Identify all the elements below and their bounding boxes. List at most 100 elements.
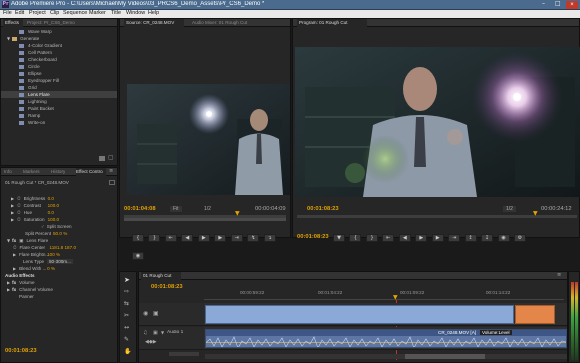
param-brightness[interactable]: ▶ ⏱ Brightness 0.0 bbox=[1, 195, 117, 202]
expand-triangle-icon[interactable]: ▶ bbox=[13, 266, 16, 271]
mark-out-icon[interactable]: } bbox=[365, 234, 378, 242]
expand-triangle-icon[interactable]: ▶ bbox=[11, 196, 14, 201]
param-flare-center[interactable]: ⏱ Flare Center 1181.8 187.0 bbox=[1, 244, 117, 251]
timeline-scrollbar[interactable] bbox=[205, 354, 567, 359]
timeline-ruler[interactable]: 00:00:59:22 00:01:04:22 00:01:09:22 00:0… bbox=[204, 288, 564, 300]
tab-source[interactable]: Source: CR_0248.MOV bbox=[124, 19, 184, 27]
tab-project[interactable]: Project: Pr_CS6_Demo bbox=[27, 19, 75, 27]
program-timecode[interactable]: 00:01:08:23 bbox=[307, 206, 339, 212]
overwrite-icon[interactable]: ↴ bbox=[263, 234, 276, 242]
effect-lightning[interactable]: Lightning bbox=[1, 98, 117, 105]
play-icon[interactable]: ▶ bbox=[197, 234, 210, 242]
param-lens-type[interactable]: Lens Type 50-300m... bbox=[1, 258, 117, 265]
play-icon[interactable]: ▶ bbox=[415, 234, 428, 242]
menu-file[interactable]: File bbox=[3, 10, 12, 16]
param-flare-brightness[interactable]: ▶ Flare Brightn...100 % bbox=[1, 251, 117, 258]
menu-window[interactable]: Window bbox=[126, 10, 145, 16]
effect-grid[interactable]: Grid bbox=[1, 84, 117, 91]
menu-project[interactable]: Project bbox=[29, 10, 46, 16]
step-back-icon[interactable]: ◀ bbox=[181, 234, 194, 242]
keyframe-nav-icon[interactable]: ◀◆▶ bbox=[145, 339, 157, 345]
tab-sequence[interactable]: 01 Rough Cut bbox=[141, 272, 181, 280]
expand-triangle-icon[interactable]: ▶ bbox=[11, 210, 14, 215]
param-blend-with-original[interactable]: ▶ Blend With ...0 % bbox=[1, 265, 117, 272]
razor-tool-icon[interactable]: ✂ bbox=[124, 312, 129, 319]
tab-program[interactable]: Program: 01 Rough Cut bbox=[297, 19, 367, 27]
source-fit-select[interactable]: Fit bbox=[170, 206, 182, 212]
track-select-tool-icon[interactable]: ⇨ bbox=[124, 288, 129, 295]
effect-controls-timecode[interactable]: 00:01:08:23 bbox=[5, 348, 37, 354]
source-scale-select[interactable]: 1/2 bbox=[204, 206, 211, 212]
maximize-icon[interactable]: □ bbox=[555, 0, 561, 7]
menu-clip[interactable]: Clip bbox=[50, 10, 59, 16]
fx-badge-icon[interactable]: fx bbox=[12, 238, 16, 243]
source-playhead-icon[interactable]: ▼ bbox=[235, 210, 240, 217]
trash-icon[interactable]: ▢ bbox=[108, 154, 114, 161]
expand-triangle-icon[interactable]: ▶ bbox=[7, 287, 10, 292]
param-hue[interactable]: ▶ ⏱ Hue 0.0 bbox=[1, 209, 117, 216]
split-screen-option[interactable]: ✓ Split Screen bbox=[1, 223, 117, 230]
audio-panner[interactable]: Panner bbox=[1, 293, 117, 300]
go-to-out-icon[interactable]: ⇥ bbox=[230, 234, 243, 242]
effect-lens-flare[interactable]: Lens Flare bbox=[1, 91, 117, 98]
tab-markers[interactable]: Markers bbox=[23, 168, 40, 176]
param-contrast[interactable]: ▶ ⏱ Contrast 100.0 bbox=[1, 202, 117, 209]
insert-icon[interactable]: ↯ bbox=[247, 234, 260, 242]
pen-tool-icon[interactable]: ✎ bbox=[124, 336, 129, 343]
effect-ramp[interactable]: Ramp bbox=[1, 112, 117, 119]
speaker-icon[interactable]: ♫ bbox=[143, 330, 147, 336]
param-split-percent[interactable]: Split Percent 50.0 % bbox=[1, 230, 117, 237]
mark-in-icon[interactable]: { bbox=[132, 234, 144, 242]
menu-sequence[interactable]: Sequence bbox=[63, 10, 87, 16]
selection-tool-icon[interactable]: ➤ bbox=[124, 276, 130, 284]
timeline-scroll-thumb[interactable] bbox=[405, 354, 485, 359]
expand-triangle-icon[interactable]: ▶ bbox=[13, 252, 16, 257]
video-clip[interactable] bbox=[205, 305, 514, 324]
go-to-in-icon[interactable]: ⇤ bbox=[164, 234, 177, 242]
expand-triangle-icon[interactable]: ▼ bbox=[161, 330, 164, 335]
collapse-icon[interactable] bbox=[109, 180, 115, 185]
audio-clip-effect[interactable]: Volume:Level bbox=[480, 330, 512, 335]
effect-write-on[interactable]: Write-on bbox=[1, 119, 117, 126]
expand-triangle-icon[interactable]: ▼ bbox=[7, 238, 10, 243]
go-to-in-icon[interactable]: ⇤ bbox=[382, 234, 395, 242]
audio-clip[interactable]: CR_0248.MOV [A] Volume:Level bbox=[205, 329, 567, 348]
program-scale-select[interactable]: 1/2 bbox=[503, 206, 516, 212]
new-bin-icon[interactable] bbox=[99, 156, 105, 161]
fx-lens-flare[interactable]: ▼ fx ▣ Lens Flare bbox=[1, 237, 117, 244]
lock-icon[interactable]: ▣ bbox=[153, 330, 158, 336]
effect-4-color-gradient[interactable]: 4-Color Gradient bbox=[1, 42, 117, 49]
panel-menu-icon[interactable]: ≡ bbox=[557, 272, 561, 278]
param-saturation[interactable]: ▶ ⏱ Saturation 100.0 bbox=[1, 216, 117, 223]
export-frame-icon[interactable]: ◉ bbox=[132, 252, 144, 260]
effect-circle[interactable]: Circle bbox=[1, 63, 117, 70]
mark-out-icon[interactable]: } bbox=[148, 234, 161, 242]
source-timecode[interactable]: 00:01:04:08 bbox=[124, 206, 156, 212]
fx-badge-icon[interactable]: fx bbox=[12, 280, 16, 285]
effect-wave-warp[interactable]: Wave Warp bbox=[1, 28, 117, 35]
program-playhead-icon[interactable]: ▼ bbox=[533, 210, 538, 217]
tab-history[interactable]: History bbox=[51, 168, 65, 176]
settings-icon[interactable]: ⚙ bbox=[513, 234, 526, 242]
track-height-slider[interactable] bbox=[169, 352, 199, 356]
effect-eyedropper-fill[interactable]: Eyedropper Fill bbox=[1, 77, 117, 84]
effect-paint-bucket[interactable]: Paint Bucket bbox=[1, 105, 117, 112]
expand-triangle-icon[interactable]: ▶ bbox=[11, 217, 14, 222]
mark-in-icon[interactable]: { bbox=[349, 234, 362, 242]
extract-icon[interactable]: ↧ bbox=[481, 234, 494, 242]
eye-icon[interactable]: ◉ bbox=[143, 310, 148, 317]
step-forward-icon[interactable]: ▶ bbox=[431, 234, 444, 242]
expand-triangle-icon[interactable]: ▼ bbox=[7, 36, 10, 41]
step-back-icon[interactable]: ◀ bbox=[398, 234, 411, 242]
tab-audio-mixer[interactable]: Audio Mixer: 01 Rough Cut bbox=[192, 19, 264, 27]
step-forward-icon[interactable]: ▶ bbox=[214, 234, 227, 242]
folder-generate[interactable]: ▼ Generate bbox=[1, 35, 117, 42]
audio-channel-volume[interactable]: ▶ fx Channel Volume bbox=[1, 286, 117, 293]
effect-checkerboard[interactable]: Checkerboard bbox=[1, 56, 117, 63]
fx-badge-icon[interactable]: fx bbox=[12, 287, 16, 292]
go-to-out-icon[interactable]: ⇥ bbox=[448, 234, 461, 242]
menu-marker[interactable]: Marker bbox=[89, 10, 106, 16]
close-icon[interactable]: × bbox=[566, 1, 578, 9]
expand-triangle-icon[interactable]: ▶ bbox=[11, 203, 14, 208]
tab-info[interactable]: Info bbox=[4, 168, 12, 176]
